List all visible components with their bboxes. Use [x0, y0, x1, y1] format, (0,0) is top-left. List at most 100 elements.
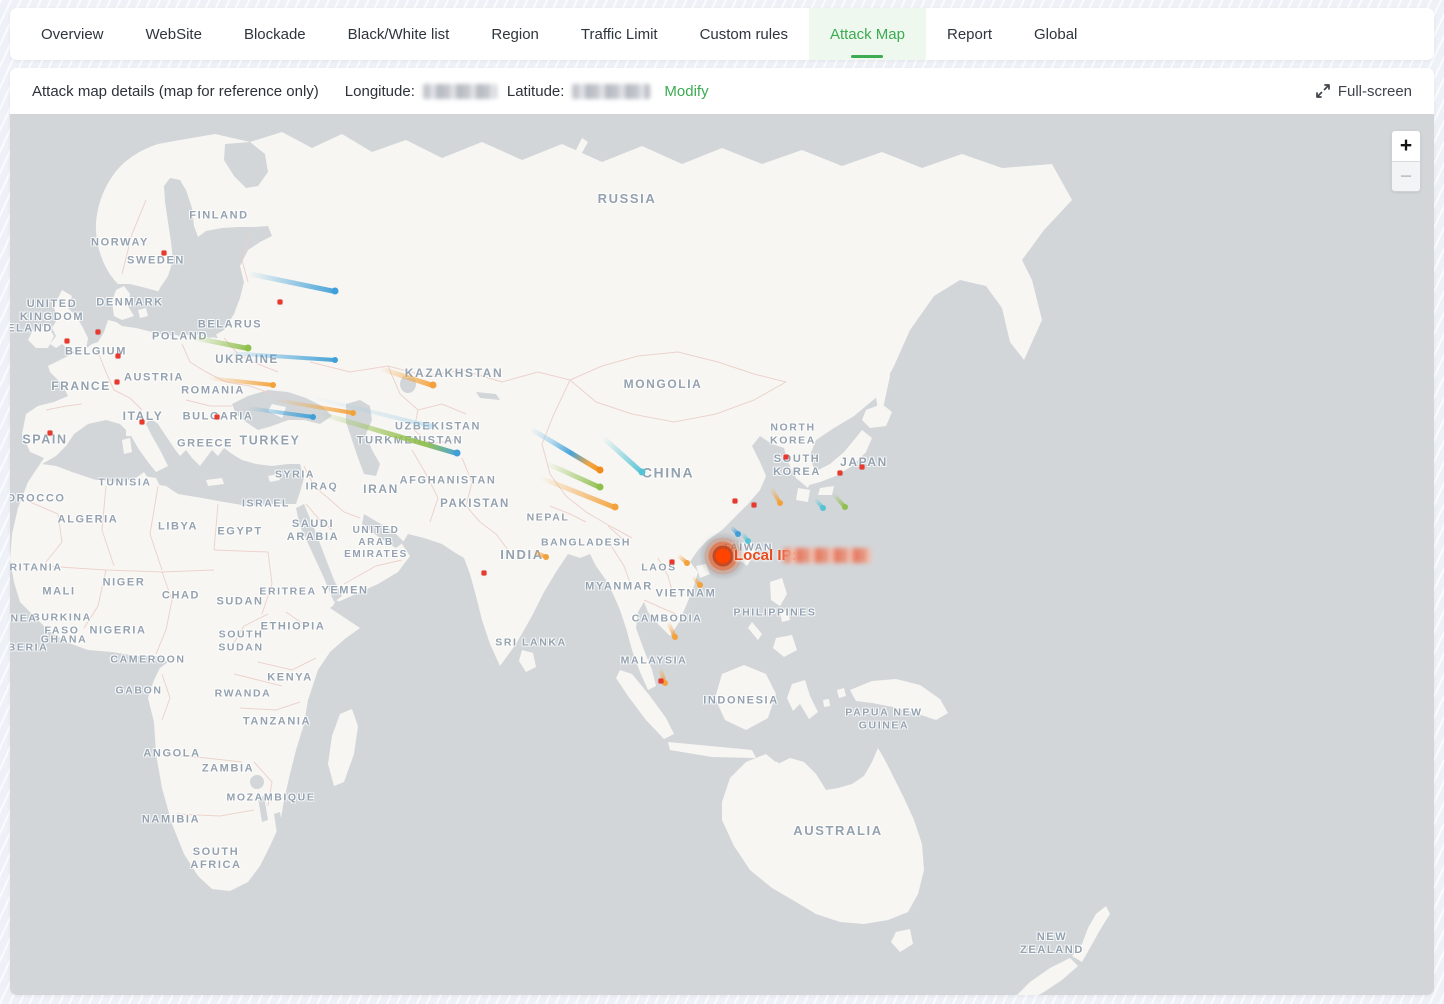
map-country-label: RUSSIA	[598, 191, 657, 207]
tab-website[interactable]: WebSite	[125, 8, 223, 60]
fullscreen-icon	[1315, 83, 1331, 99]
map-country-label: AFGHANISTAN	[400, 474, 497, 487]
attack-trail-head	[672, 634, 678, 640]
zoom-out-button[interactable]: −	[1392, 161, 1420, 191]
attack-trail-head	[842, 504, 848, 510]
map-country-label: UNITED KINGDOM	[20, 298, 84, 324]
attack-trail-head	[639, 469, 646, 476]
map-country-label: PAPUA NEW GUINEA	[845, 706, 922, 731]
map-country-label: AUSTRIA	[124, 371, 184, 384]
map-country-label: NAMIBIA	[142, 813, 200, 826]
attack-trail-head	[310, 414, 316, 420]
attack-source-dot	[115, 380, 120, 385]
attack-trail-head	[270, 382, 276, 388]
attack-trail-head	[427, 423, 433, 429]
tab-report[interactable]: Report	[926, 8, 1013, 60]
map-country-label: MOZAMBIQUE	[227, 792, 316, 805]
attack-source-dot	[659, 679, 664, 684]
map-country-label: ALGERIA	[58, 513, 119, 526]
map-country-label: ISRAEL	[242, 498, 290, 511]
attack-source-dot	[65, 339, 70, 344]
attack-map-panel: Attack map details (map for reference on…	[10, 68, 1434, 995]
map-country-label: PHILIPPINES	[734, 607, 817, 620]
map-country-label: ANGOLA	[143, 747, 200, 760]
latitude-value-redacted	[572, 84, 650, 99]
map-country-label: FRANCE	[51, 379, 111, 393]
map-country-label: DENMARK	[96, 296, 163, 309]
tab-region[interactable]: Region	[470, 8, 560, 60]
attack-source-dot	[784, 455, 789, 460]
map-country-label: GABON	[115, 685, 162, 698]
attack-source-dot	[215, 415, 220, 420]
map-country-label: SAUDI ARABIA	[287, 518, 339, 544]
attack-source-dot	[48, 431, 53, 436]
attack-trail-head	[745, 538, 751, 544]
modify-link[interactable]: Modify	[664, 83, 708, 100]
map-country-label: CHINA	[642, 465, 694, 482]
map-country-label: NIGERIA	[89, 624, 146, 637]
tab-custom-rules[interactable]: Custom rules	[679, 8, 809, 60]
map-country-label: TANZANIA	[243, 715, 311, 728]
attack-trail-head	[597, 484, 604, 491]
tab-attack-map[interactable]: Attack Map	[809, 8, 926, 60]
map-country-label: YEMEN	[321, 584, 368, 597]
attack-trail-head	[332, 288, 339, 295]
map-country-label: PAKISTAN	[440, 498, 510, 512]
map-country-label: AUSTRALIA	[793, 823, 883, 839]
attack-trail-head	[332, 357, 338, 363]
tab-bar: Overview WebSite Blockade Black/White li…	[10, 8, 1434, 60]
map-toolbar: Attack map details (map for reference on…	[10, 68, 1434, 114]
map-country-label: ERITREA	[259, 586, 316, 599]
attack-source-dot	[838, 471, 843, 476]
map-country-label: FINLAND	[189, 209, 248, 222]
map-country-label: BERIA	[10, 642, 48, 655]
local-ip-value-redacted	[783, 548, 871, 563]
attack-source-dot	[752, 503, 757, 508]
map-country-label: RITANIA	[10, 562, 63, 575]
attack-source-dot	[733, 499, 738, 504]
map-country-label: IRAN	[363, 482, 399, 496]
map-country-label: ZAMBIA	[202, 762, 254, 775]
map-country-label: NORTH KOREA	[770, 421, 816, 446]
zoom-in-button[interactable]: +	[1392, 131, 1420, 161]
map-country-label: SUDAN	[216, 595, 263, 608]
map-country-label: VIETNAM	[656, 587, 717, 600]
tab-global[interactable]: Global	[1013, 8, 1098, 60]
tab-black-white-list[interactable]: Black/White list	[327, 8, 471, 60]
map-country-label: SOUTH AFRICA	[190, 846, 241, 872]
map-country-label: SRI LANKA	[495, 637, 567, 650]
attack-source-dot	[278, 300, 283, 305]
latitude-label: Latitude:	[507, 83, 565, 100]
fullscreen-button[interactable]: Full-screen	[1315, 83, 1412, 100]
map-country-label: MONGOLIA	[624, 377, 703, 391]
attack-source-dot	[670, 560, 675, 565]
attack-trail-head	[684, 560, 690, 566]
map-country-label: KENYA	[267, 671, 313, 684]
map-country-label: ETHIOPIA	[261, 620, 326, 633]
map-country-label: TURKEY	[240, 434, 301, 449]
map-country-label: ELAND	[10, 322, 53, 335]
map-country-label: NEA	[11, 613, 38, 626]
panel-title: Attack map details (map for reference on…	[32, 83, 319, 100]
attack-trail-head	[350, 410, 356, 416]
map-country-label: TUNISIA	[98, 477, 151, 490]
map-country-label: IRAQ	[306, 481, 339, 494]
local-ip-pulse-icon	[716, 549, 731, 564]
map-country-label: CAMEROON	[110, 654, 185, 667]
tab-blockade[interactable]: Blockade	[223, 8, 327, 60]
attack-trail-head	[597, 467, 604, 474]
fullscreen-label: Full-screen	[1338, 83, 1412, 100]
map-country-label: LIBYA	[158, 520, 198, 533]
tab-traffic-limit[interactable]: Traffic Limit	[560, 8, 679, 60]
attack-trail-head	[697, 582, 703, 588]
map-country-label: NEW ZEALAND	[1020, 931, 1084, 957]
longitude-label: Longitude:	[345, 83, 415, 100]
attack-source-dot	[162, 251, 167, 256]
tab-overview[interactable]: Overview	[20, 8, 125, 60]
map-country-label: ROMANIA	[181, 384, 245, 397]
map-country-label: INDONESIA	[703, 694, 779, 707]
map-country-label: RWANDA	[215, 688, 272, 701]
attack-map-canvas[interactable]: RUSSIAFINLANDNORWAYSWEDENDENMARKUNITED K…	[10, 114, 1434, 995]
map-country-label: MYANMAR	[585, 580, 653, 593]
map-country-label: BANGLADESH	[541, 537, 631, 550]
